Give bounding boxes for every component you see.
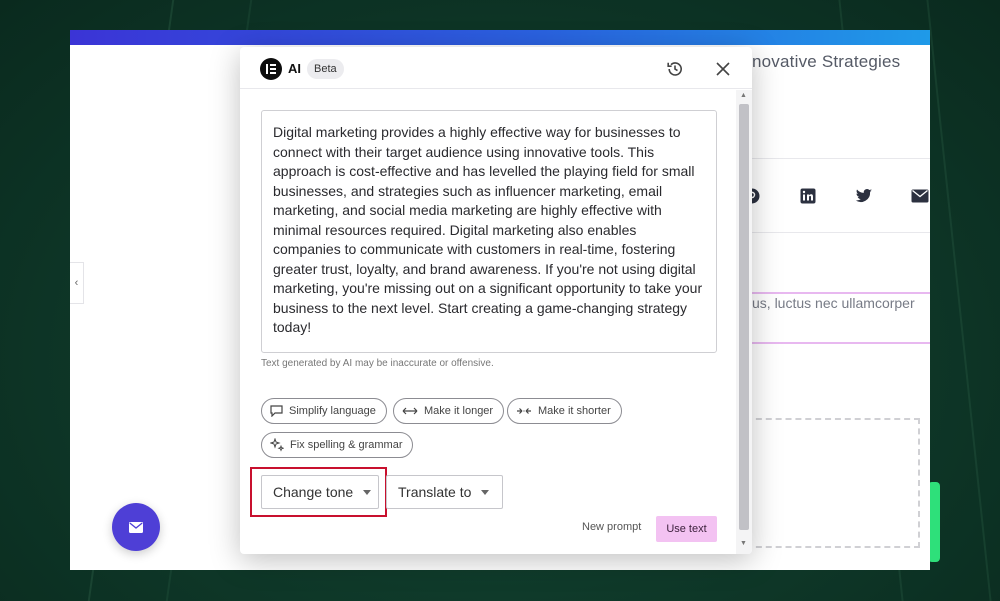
- body-text-snippet: us, luctus nec ullamcorper: [752, 295, 915, 311]
- elementor-logo-icon: [260, 58, 282, 80]
- chip-label: Make it shorter: [538, 405, 611, 417]
- scroll-down-arrow-icon[interactable]: ▼: [740, 540, 747, 547]
- chip-label: Fix spelling & grammar: [290, 439, 403, 451]
- use-text-button[interactable]: Use text: [656, 516, 717, 542]
- caret-down-icon: [363, 489, 372, 495]
- modal-scrollbar[interactable]: ▲ ▼: [736, 90, 752, 554]
- translate-to-dropdown[interactable]: Translate to: [386, 475, 503, 509]
- dropdown-label: Change tone: [273, 484, 354, 500]
- envelope-icon: [129, 521, 143, 533]
- close-icon: [716, 62, 730, 76]
- empty-widget-placeholder[interactable]: [746, 418, 920, 548]
- social-share-row: [742, 186, 930, 206]
- new-prompt-button[interactable]: New prompt: [582, 521, 641, 533]
- chip-label: Simplify language: [289, 405, 376, 417]
- beta-badge: Beta: [307, 59, 344, 79]
- sparkle-icon: [270, 438, 284, 452]
- history-icon: [667, 62, 682, 76]
- scroll-up-arrow-icon[interactable]: ▲: [740, 92, 747, 99]
- fix-spelling-grammar-button[interactable]: Fix spelling & grammar: [261, 432, 414, 458]
- article-title: novative Strategies: [752, 52, 901, 71]
- generated-text-box[interactable]: Digital marketing provides a highly effe…: [261, 110, 717, 353]
- modal-header: AI Beta: [240, 47, 752, 89]
- email-icon[interactable]: [910, 186, 930, 206]
- twitter-icon[interactable]: [854, 186, 874, 206]
- history-button[interactable]: [664, 58, 686, 80]
- close-button[interactable]: [712, 58, 734, 80]
- speech-bubble-icon: [270, 405, 283, 417]
- contact-fab-button[interactable]: [112, 503, 160, 551]
- expand-arrows-icon: [402, 407, 418, 415]
- scrollbar-thumb[interactable]: [739, 104, 749, 530]
- divider: [752, 158, 930, 159]
- simplify-language-button[interactable]: Simplify language: [261, 398, 387, 424]
- ai-brand-label: AI: [288, 61, 301, 76]
- make-longer-button[interactable]: Make it longer: [393, 398, 505, 424]
- browser-top-bar: [70, 30, 930, 45]
- ai-assistant-modal: AI Beta ▲ ▼ Digital marketing provides a…: [240, 47, 752, 554]
- make-shorter-button[interactable]: Make it shorter: [507, 398, 622, 424]
- change-tone-dropdown[interactable]: Change tone: [261, 475, 379, 509]
- collapse-arrows-icon: [517, 408, 531, 414]
- sidebar-collapse-tab[interactable]: ‹: [70, 262, 84, 304]
- linkedin-icon[interactable]: [798, 186, 818, 206]
- divider: [752, 232, 930, 233]
- chevron-left-icon: ‹: [74, 277, 79, 289]
- chip-label: Make it longer: [424, 405, 494, 417]
- generated-text: Digital marketing provides a highly effe…: [273, 124, 703, 335]
- dropdown-label: Translate to: [398, 484, 472, 500]
- ai-disclaimer: Text generated by AI may be inaccurate o…: [261, 358, 494, 369]
- text-editor-widget[interactable]: us, luctus nec ullamcorper: [750, 292, 930, 344]
- caret-down-icon: [481, 489, 490, 495]
